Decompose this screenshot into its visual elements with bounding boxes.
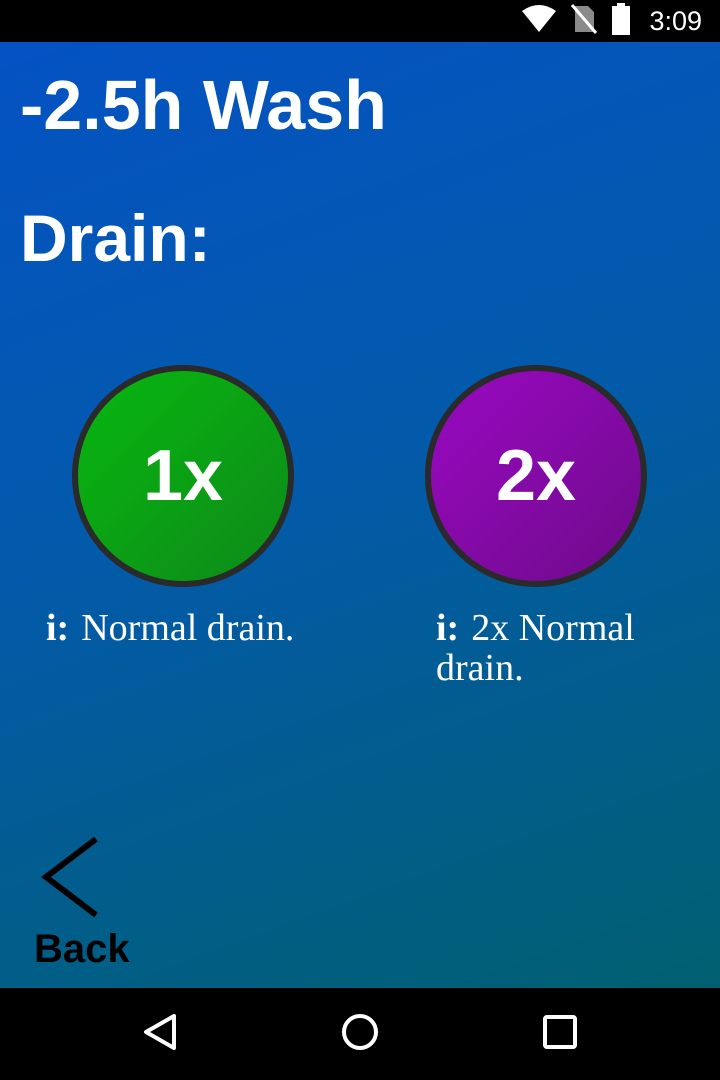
page-title: -2.5h Wash	[20, 66, 387, 144]
info-description: Normal drain.	[81, 607, 295, 649]
status-bar: 3:09	[0, 0, 720, 42]
back-button[interactable]: Back	[32, 835, 142, 975]
nav-home-icon	[340, 1012, 380, 1057]
drain-1x-button[interactable]: 1x	[72, 365, 294, 587]
drain-2x-button[interactable]: 2x	[425, 365, 647, 587]
nav-back-button[interactable]	[134, 1008, 186, 1060]
drain-1x-label: 1x	[142, 436, 224, 516]
info-icon: i:	[46, 607, 70, 649]
main-screen: -2.5h Wash Drain: 1x 2x i: Normal drain. …	[0, 42, 720, 988]
navigation-bar	[0, 988, 720, 1080]
chevron-left-icon	[38, 835, 102, 924]
info-text-1x: i: Normal drain.	[46, 608, 366, 648]
option-2x: 2x	[425, 365, 647, 587]
wifi-icon	[521, 4, 557, 38]
info-description: 2x Normal drain.	[436, 607, 635, 689]
battery-icon	[611, 2, 631, 40]
nav-recents-button[interactable]	[534, 1008, 586, 1060]
status-icons: 3:09	[521, 0, 702, 42]
info-text-2x: i: 2x Normal drain.	[436, 608, 676, 688]
drain-2x-label: 2x	[495, 436, 577, 516]
section-title: Drain:	[20, 201, 211, 275]
back-label: Back	[34, 927, 130, 971]
info-icon: i:	[436, 607, 460, 649]
nav-back-icon	[142, 1012, 178, 1057]
nav-home-button[interactable]	[334, 1008, 386, 1060]
option-1x: 1x	[72, 365, 294, 587]
status-time: 3:09	[649, 5, 702, 36]
nav-recents-icon	[542, 1014, 578, 1055]
no-sim-icon	[571, 3, 598, 39]
